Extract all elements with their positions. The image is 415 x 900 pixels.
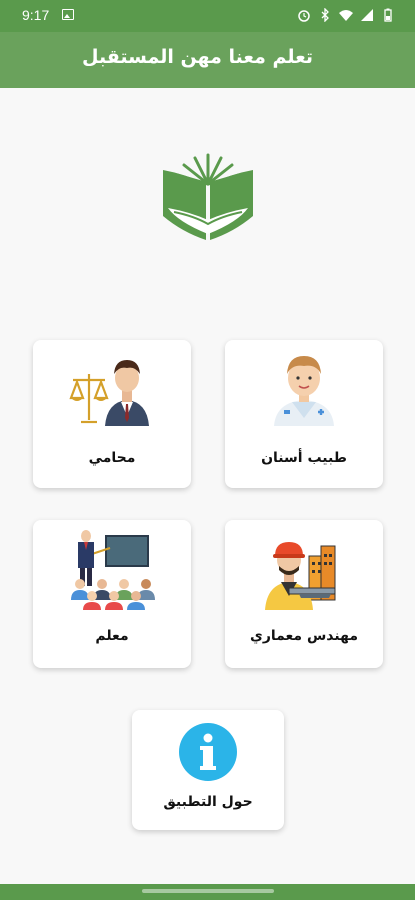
dentist-icon [274,356,334,426]
lawyer-card[interactable]: محامي [33,340,191,488]
app-bar: تعلم معنا مهن المستقبل [0,32,415,88]
system-nav-bar [0,884,415,900]
image-notification-icon [62,9,74,20]
lawyer-icon [69,360,149,426]
home-gesture-handle[interactable] [142,889,274,893]
info-icon [179,723,237,781]
app-title: تعلم معنا مهن المستقبل [81,46,313,68]
dentist-label: طبيب أسنان [261,450,347,466]
teacher-card[interactable]: معلم [33,520,191,668]
teacher-icon [71,530,155,610]
architect-label: مهندس معماري [249,628,358,644]
teacher-label: معلم [95,628,129,644]
status-time: 9:17 [22,7,50,23]
bluetooth-icon [321,8,329,22]
status-icons [297,8,395,22]
architect-card[interactable]: مهندس معماري [225,520,383,668]
lawyer-label: محامي [88,450,136,466]
alarm-icon [298,10,310,22]
battery-icon [384,8,392,22]
app-logo [163,153,253,240]
about-card[interactable]: حول التطبيق [132,710,284,830]
wifi-icon [339,10,353,21]
signal-icon [361,9,373,21]
architect-icon [265,542,336,610]
dentist-card[interactable]: طبيب أسنان [225,340,383,488]
status-bar: 9:17 [0,0,415,32]
about-label: حول التطبيق [163,794,253,810]
